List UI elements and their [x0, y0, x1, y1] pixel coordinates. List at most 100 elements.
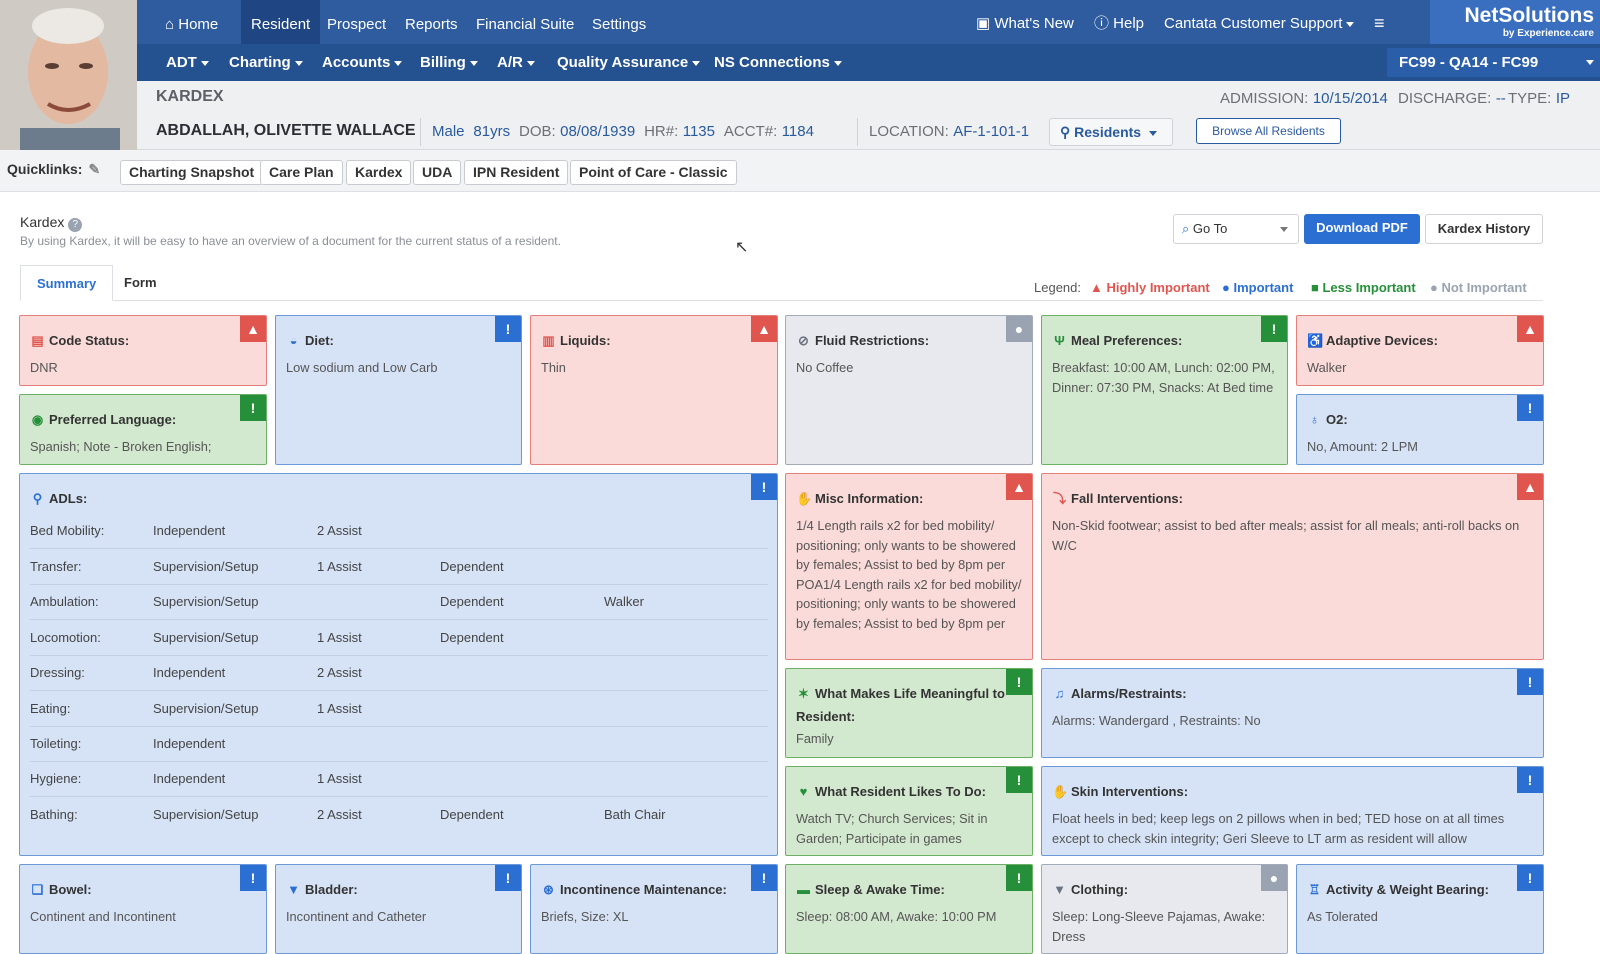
info-circle-icon: ! — [1517, 395, 1543, 421]
kardex-history-button[interactable]: Kardex History — [1425, 214, 1543, 244]
exclamation-square-icon: ■ — [1311, 280, 1323, 295]
nav-customer-support[interactable]: Cantata Customer Support — [1164, 0, 1355, 44]
bell-icon: ♫ — [1054, 686, 1065, 701]
browse-all-residents-button[interactable]: Browse All Residents — [1196, 118, 1341, 144]
chevron-down-icon — [833, 60, 842, 66]
quicklink-uda[interactable]: UDA — [413, 160, 462, 185]
legend-less-important: ■ Less Important — [1311, 280, 1416, 295]
chevron-down-icon — [1586, 60, 1594, 65]
location-info: LOCATION: AF-1-101-1 — [869, 123, 1030, 140]
exclamation-square-icon: ! — [1006, 865, 1032, 891]
menu-adt[interactable]: ADT — [166, 44, 209, 81]
menu-ar[interactable]: A/R — [497, 44, 535, 81]
quicklink-care-plan[interactable]: Care Plan — [260, 160, 343, 185]
tab-form[interactable]: Form — [108, 265, 173, 301]
card-clothing: ▼ Clothing: Sleep: Long-Sleeve Pajamas, A… — [1041, 864, 1288, 954]
gift-icon: ▣ — [976, 15, 995, 32]
nav-home[interactable]: ⌂ Home — [165, 0, 218, 44]
warning-triangle-icon: ▲ — [751, 316, 777, 342]
quicklinks-label: Quicklinks: ✎ — [7, 161, 101, 177]
card-bladder: ▼ Bladder: Incontinent and Catheter ! — [275, 864, 522, 954]
quicklink-ipn-resident[interactable]: IPN Resident — [464, 160, 569, 185]
menu-ns-connections[interactable]: NS Connections — [714, 44, 842, 81]
hand-wash-icon: ✋ — [1052, 784, 1069, 799]
chevron-down-icon — [1346, 21, 1355, 27]
nav-settings[interactable]: Settings — [592, 0, 646, 44]
nav-help[interactable]: ⓘ Help — [1094, 0, 1144, 44]
adl-row: Bed Mobility: Independent 2 Assist — [30, 513, 768, 549]
chevron-down-icon — [200, 60, 209, 66]
mouse-cursor-icon: ↖ — [735, 239, 749, 256]
adl-row: Eating: Supervision/Setup 1 Assist — [30, 691, 768, 727]
nav-prospect[interactable]: Prospect — [327, 0, 386, 44]
quicklink-point-of-care[interactable]: Point of Care - Classic — [570, 160, 737, 185]
card-liquids: ▥ Liquids: Thin ▲ — [530, 315, 778, 465]
nav-whats-new[interactable]: ▣ What's New — [976, 0, 1074, 44]
info-circle-icon: ! — [1517, 865, 1543, 891]
bowl-icon: ◒ — [289, 333, 298, 348]
divider — [420, 118, 421, 146]
tab-divider — [20, 300, 1543, 301]
help-icon[interactable]: ? — [68, 218, 83, 232]
ban-icon: ⊘ — [798, 333, 809, 348]
fall-person-icon: ⤵ — [1052, 491, 1066, 506]
menu-billing[interactable]: Billing — [420, 44, 478, 81]
clipboard-icon: ▤ — [31, 333, 44, 348]
go-to-select[interactable]: ⌕ Go To — [1173, 214, 1299, 244]
minus-circle-icon: ● — [1430, 280, 1442, 295]
person-cheer-icon: ✶ — [798, 686, 809, 701]
hand-icon: ✋ — [796, 491, 813, 506]
card-diet: ◒ Diet: Low sodium and Low Carb ! — [275, 315, 522, 465]
facility-selector[interactable]: FC99 - QA14 - FC99 — [1387, 48, 1600, 77]
menu-accounts[interactable]: Accounts — [322, 44, 403, 81]
adl-row: Toileting: Independent — [30, 726, 768, 762]
adl-row: Dressing: Independent 2 Assist — [30, 655, 768, 691]
admission-info: ADMISSION: 10/15/2014 — [1220, 90, 1388, 107]
nav-reports[interactable]: Reports — [405, 0, 458, 44]
quicklink-charting-snapshot[interactable]: Charting Snapshot — [120, 160, 264, 185]
page-title: Kardex ? — [20, 214, 83, 232]
weight-lift-icon: ♖ — [1308, 882, 1321, 897]
warning-triangle-icon: ▲ — [1006, 474, 1032, 500]
bed-icon: ▬ — [797, 882, 810, 897]
edit-icon[interactable]: ✎ — [88, 161, 100, 177]
chevron-down-icon — [394, 60, 403, 66]
card-adaptive-devices: ♿ Adaptive Devices: Walker ▲ — [1296, 315, 1544, 386]
adl-row: Transfer: Supervision/Setup 1 Assist Depend… — [30, 549, 768, 585]
menu-charting[interactable]: Charting — [229, 44, 303, 81]
tab-summary[interactable]: Summary — [20, 265, 114, 301]
card-fall-interventions: ⤵ Fall Interventions: Non-Skid footwear; … — [1041, 473, 1544, 660]
hamburger-menu-icon[interactable]: ≡ — [1374, 0, 1385, 44]
chevron-down-icon — [1280, 227, 1288, 232]
question-circle-icon: ⓘ — [1094, 15, 1114, 32]
info-circle-icon: ● — [1222, 280, 1234, 295]
card-code-status: ▤ Code Status: DNR ▲ — [19, 315, 267, 386]
menu-quality-assurance[interactable]: Quality Assurance — [557, 44, 701, 81]
card-alarms-restraints: ♫ Alarms/Restraints: Alarms: Wandergard ,… — [1041, 668, 1544, 758]
warning-triangle-icon: ▲ — [1517, 474, 1543, 500]
download-pdf-button[interactable]: Download PDF — [1304, 214, 1420, 244]
exclamation-square-icon: ! — [1006, 669, 1032, 695]
legend-label: Legend: — [1034, 280, 1081, 295]
adl-row: Locomotion: Supervision/Setup 1 Assist Depe… — [30, 620, 768, 656]
chevron-down-icon — [526, 60, 535, 66]
nav-resident[interactable]: Resident — [241, 0, 321, 44]
info-circle-icon: ! — [1517, 767, 1543, 793]
chevron-down-icon — [692, 60, 701, 66]
card-preferred-language: ◉ Preferred Language: Spanish; Note - Bro… — [19, 394, 267, 465]
heart-icon: ♥ — [799, 784, 808, 799]
info-circle-icon: ! — [495, 865, 521, 891]
warning-triangle-icon: ▲ — [1517, 316, 1543, 342]
quicklink-kardex[interactable]: Kardex — [346, 160, 412, 185]
card-life-meaningful: ✶ What Makes Life Meaningful to Resident:… — [785, 668, 1033, 758]
chevron-down-icon — [469, 60, 478, 66]
resident-name: ABDALLAH, OLIVETTE WALLACE — [156, 122, 416, 139]
chevron-down-icon — [1149, 130, 1158, 136]
bowel-icon: ❏ — [31, 882, 44, 897]
utensils-icon: Ψ — [1054, 333, 1065, 348]
residents-dropdown[interactable]: ⚲ Residents — [1049, 118, 1173, 146]
card-fluid-restrictions: ⊘ Fluid Restrictions: No Coffee ● — [785, 315, 1033, 465]
nav-financial-suite[interactable]: Financial Suite — [476, 0, 574, 44]
card-misc-information: ✋ Misc Information: 1/4 Length rails x2 f… — [785, 473, 1033, 660]
person-circle-icon: ⊛ — [543, 882, 554, 897]
